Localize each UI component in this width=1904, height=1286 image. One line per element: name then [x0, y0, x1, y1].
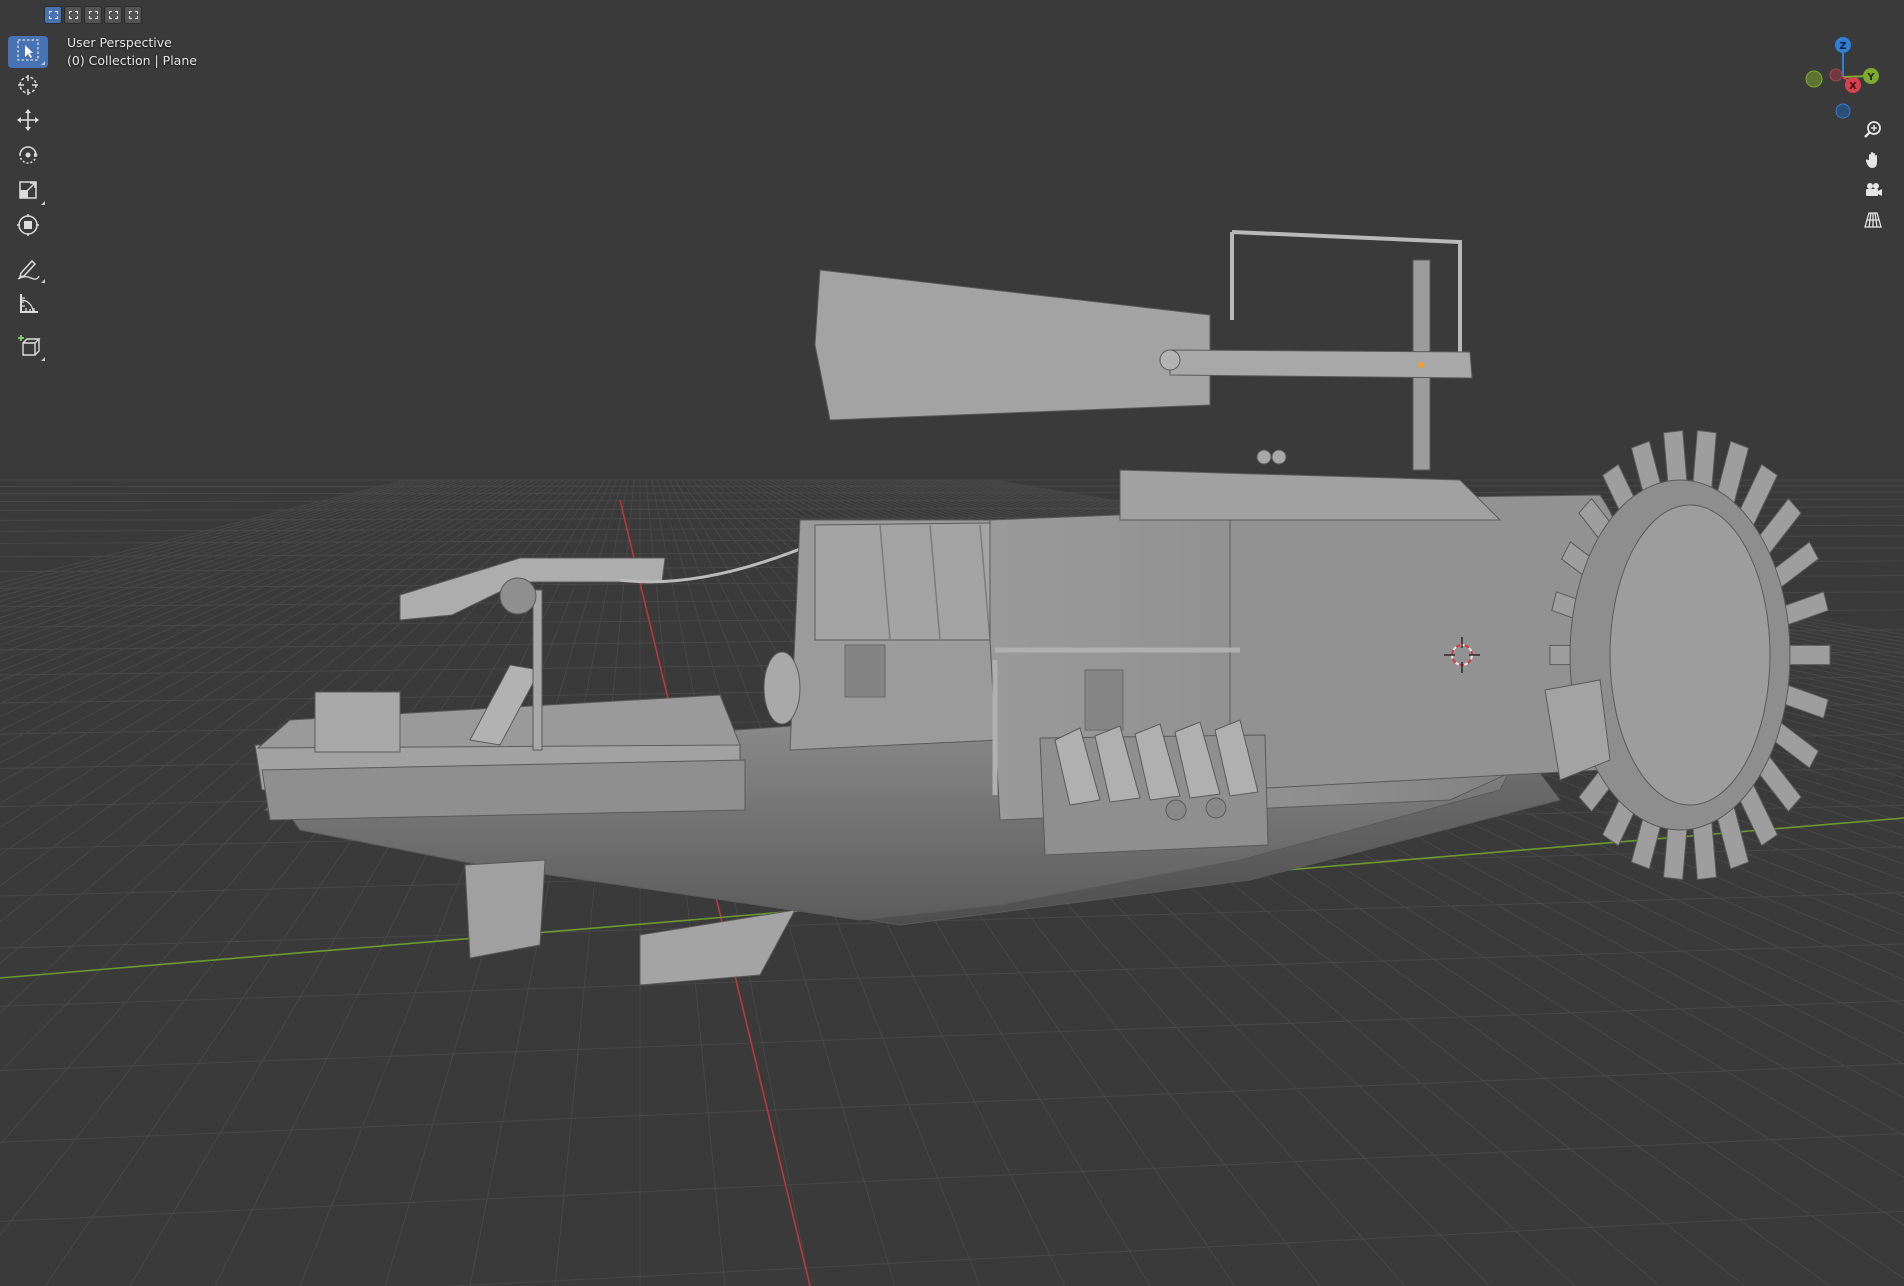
top-knob-left	[1256, 449, 1272, 465]
selection-mode-buttons	[44, 6, 142, 24]
scene-canvas[interactable]	[0, 0, 1904, 1286]
gizmo-z-label: Z	[1839, 41, 1846, 52]
hand-pan-icon	[1863, 150, 1883, 174]
cabin-door	[1084, 669, 1124, 731]
rotate-tool[interactable]	[8, 141, 48, 173]
camera-icon	[1863, 180, 1883, 204]
gizmo-x-label: X	[1849, 81, 1857, 92]
sail-arm	[1169, 349, 1473, 379]
select-box-intersect-icon	[128, 11, 138, 19]
select-box-extend-icon	[68, 11, 78, 19]
select-box-invert-icon	[108, 11, 118, 19]
deck-front	[261, 759, 746, 821]
gizmo-neg-x-handle[interactable]	[1829, 68, 1843, 82]
transform-icon	[15, 212, 41, 242]
top-knob-right	[1271, 449, 1287, 465]
move-tool[interactable]	[8, 106, 48, 138]
pan-button[interactable]	[1858, 148, 1888, 176]
transform-tool[interactable]	[8, 211, 48, 243]
perspective-toggle-button[interactable]	[1858, 208, 1888, 236]
scale-tool[interactable]	[8, 176, 48, 208]
gizmo-x-handle[interactable]: X	[1845, 77, 1861, 93]
zoom-button[interactable]	[1858, 118, 1888, 146]
gizmo-neg-z-handle[interactable]	[1835, 103, 1851, 119]
select-box-new-icon	[48, 11, 58, 19]
vent-port-2	[1205, 797, 1227, 819]
3d-viewport[interactable]: User Perspective (0) Collection | Plane	[0, 0, 1904, 1286]
camera-view-button[interactable]	[1858, 178, 1888, 206]
gizmo-z-handle[interactable]: Z	[1835, 37, 1851, 53]
gizmo-neg-y-handle[interactable]	[1805, 70, 1823, 88]
grid-perspective-icon	[1863, 210, 1883, 234]
select-box-new-button[interactable]	[44, 6, 62, 24]
sail-pivot	[1159, 349, 1181, 371]
gizmo-y-handle[interactable]: Y	[1863, 68, 1879, 84]
select-box-invert-button[interactable]	[104, 6, 122, 24]
deck-mast	[532, 589, 543, 751]
add-cube-tool[interactable]	[8, 332, 48, 364]
measure-tool[interactable]	[8, 289, 48, 321]
ruler-measure-icon	[15, 290, 41, 320]
select-box-tool[interactable]	[8, 36, 48, 68]
vent-port-1	[1165, 799, 1187, 821]
select-box-subtract-button[interactable]	[84, 6, 102, 24]
cursor-box-icon	[15, 37, 41, 67]
zoom-magnifier-icon	[1863, 120, 1883, 144]
engine-hub-face	[1609, 504, 1771, 806]
select-box-subtract-icon	[88, 11, 98, 19]
annotate-tool[interactable]	[8, 254, 48, 286]
deck-crate	[314, 691, 401, 753]
crosshair-cursor-icon	[15, 72, 41, 102]
navigation-gizmo[interactable]: Z Y X	[1798, 32, 1888, 122]
cursor-tool[interactable]	[8, 71, 48, 103]
porthole-ring	[763, 651, 801, 725]
origin-point	[1418, 362, 1424, 368]
select-box-intersect-button[interactable]	[124, 6, 142, 24]
cabin-window	[844, 644, 886, 698]
awning-gear	[499, 577, 537, 615]
scale-icon	[15, 177, 41, 207]
rotate-icon	[15, 142, 41, 172]
rudder-fin-left	[464, 859, 546, 959]
move-arrows-icon	[15, 107, 41, 137]
select-box-extend-button[interactable]	[64, 6, 82, 24]
pencil-annotate-icon	[15, 255, 41, 285]
collection-info-label: (0) Collection | Plane	[67, 53, 197, 68]
paddle-blade	[1784, 644, 1831, 666]
add-cube-icon	[15, 333, 41, 363]
view-name-label: User Perspective	[67, 35, 172, 50]
gizmo-y-label: Y	[1866, 72, 1875, 83]
